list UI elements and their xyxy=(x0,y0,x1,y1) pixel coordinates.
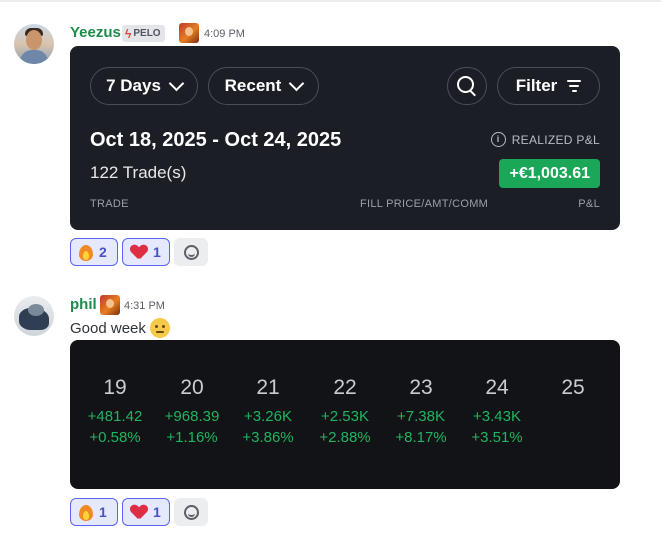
sort-dropdown-label: Recent xyxy=(224,76,282,95)
column-header-trade: TRADE xyxy=(90,198,129,210)
server-tag-label: PELO xyxy=(133,28,161,39)
heart-icon xyxy=(131,505,147,520)
server-tag[interactable]: ϟ PELO xyxy=(122,25,165,42)
reaction-fire[interactable]: 1 xyxy=(70,498,118,526)
calendar-day: 20 +968.39 +1.16% xyxy=(154,376,230,446)
column-header-fill: FILL PRICE/AMT/COMM xyxy=(360,198,489,210)
calendar-day: 24 +3.43K +3.51% xyxy=(459,376,535,446)
filter-button[interactable]: Filter xyxy=(497,67,600,105)
pnl-calendar-card: 19 +481.42 +0.58% 20 +968.39 +1.16% 21 +… xyxy=(70,340,620,489)
calendar-day: 21 +3.26K +3.86% xyxy=(230,376,306,446)
search-icon xyxy=(457,76,474,93)
heart-icon xyxy=(131,245,147,260)
trade-count: 122 Trade(s) xyxy=(90,163,187,182)
day-amount: +7.38K xyxy=(397,408,445,425)
day-number: 22 xyxy=(333,376,357,399)
day-amount: +3.43K xyxy=(473,408,521,425)
timestamp[interactable]: 4:31 PM xyxy=(124,300,165,312)
column-header-pl: P&L xyxy=(578,198,600,210)
avatar-shirt xyxy=(20,50,48,64)
day-percent: +3.51% xyxy=(471,429,523,446)
username[interactable]: phil xyxy=(70,296,97,313)
reaction-count: 1 xyxy=(153,244,161,260)
day-number: 21 xyxy=(256,376,280,399)
date-range: Oct 18, 2025 - Oct 24, 2025 xyxy=(90,129,342,151)
filter-icon xyxy=(567,80,582,92)
day-amount: +2.53K xyxy=(321,408,369,425)
avatar-shape xyxy=(28,304,44,316)
avatar-yeezus[interactable] xyxy=(14,24,54,64)
realized-pnl-value: +€1,003.61 xyxy=(499,159,600,188)
info-icon[interactable]: i xyxy=(490,132,506,147)
avatar-phil[interactable] xyxy=(14,296,54,336)
filter-label: Filter xyxy=(515,76,558,95)
lightning-icon: ϟ xyxy=(125,26,132,41)
add-reaction-icon xyxy=(183,504,199,520)
calendar-day: 22 +2.53K +2.88% xyxy=(307,376,383,446)
reaction-heart[interactable]: 1 xyxy=(122,238,170,266)
message-body: Good week xyxy=(70,319,146,337)
reaction-fire[interactable]: 2 xyxy=(70,238,118,266)
day-percent: +8.17% xyxy=(395,429,447,446)
role-icon[interactable] xyxy=(179,23,199,43)
reaction-count: 2 xyxy=(99,244,107,260)
realized-pnl-text: REALIZED P&L xyxy=(511,132,600,147)
timestamp[interactable]: 4:09 PM xyxy=(204,28,245,40)
calendar-day: 19 +481.42 +0.58% xyxy=(77,376,153,446)
top-divider xyxy=(0,0,661,2)
day-number: 19 xyxy=(103,376,127,399)
reaction-bar: 2 1 xyxy=(70,238,208,266)
reaction-heart[interactable]: 1 xyxy=(122,498,170,526)
search-button[interactable] xyxy=(447,67,487,105)
chevron-down-icon xyxy=(289,75,305,92)
day-percent: +2.88% xyxy=(319,429,371,446)
reaction-bar: 1 1 xyxy=(70,498,208,526)
avatar-face xyxy=(26,30,42,50)
day-amount: +481.42 xyxy=(87,408,143,425)
day-percent: +1.16% xyxy=(166,429,218,446)
reaction-count: 1 xyxy=(153,504,161,520)
chevron-down-icon xyxy=(168,75,185,92)
username[interactable]: Yeezus xyxy=(70,24,121,41)
calendar-day: 23 +7.38K +8.17% xyxy=(383,376,459,446)
day-percent: +0.58% xyxy=(89,429,141,446)
days-dropdown-label: 7 Days xyxy=(106,76,161,95)
sort-dropdown[interactable]: Recent xyxy=(208,67,319,105)
day-number: 20 xyxy=(180,376,204,399)
calendar-day: 25 xyxy=(535,376,611,408)
message-text: Good week xyxy=(70,318,170,338)
add-reaction-button[interactable] xyxy=(174,238,208,266)
saluting-face-icon xyxy=(149,318,170,338)
day-amount: +968.39 xyxy=(164,408,220,425)
fire-icon xyxy=(79,243,93,261)
add-reaction-icon xyxy=(183,244,199,260)
add-reaction-button[interactable] xyxy=(174,498,208,526)
day-number: 25 xyxy=(561,376,585,399)
day-percent: +3.86% xyxy=(242,429,294,446)
role-icon[interactable] xyxy=(100,295,120,315)
days-dropdown[interactable]: 7 Days xyxy=(90,67,198,105)
day-amount: +3.26K xyxy=(244,408,292,425)
reaction-count: 1 xyxy=(99,504,107,520)
realized-pnl-label: i REALIZED P&L xyxy=(490,132,600,147)
day-number: 24 xyxy=(485,376,509,399)
fire-icon xyxy=(79,503,93,521)
day-number: 23 xyxy=(409,376,433,399)
trades-card: 7 Days Recent Filter Oct 18, 2025 - Oct … xyxy=(70,46,620,230)
